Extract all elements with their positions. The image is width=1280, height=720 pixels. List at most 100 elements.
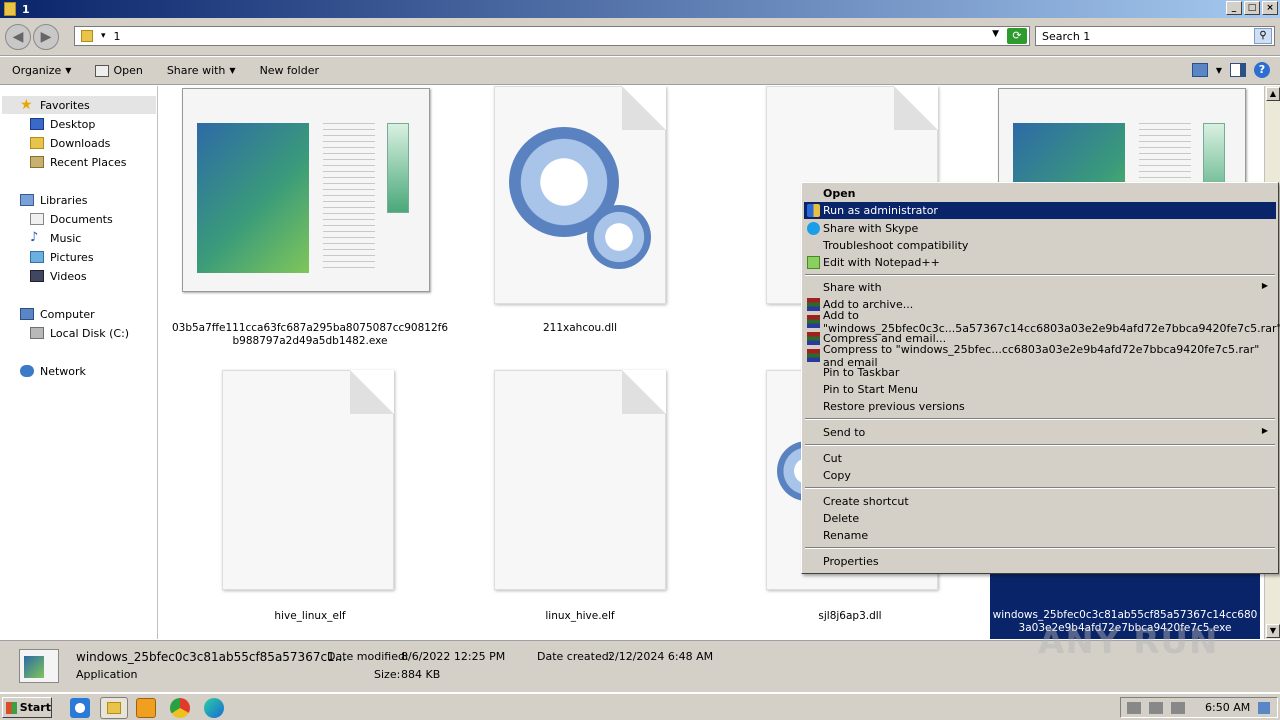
search-input[interactable]: Search 1 ⚲ <box>1035 26 1275 46</box>
system-tray: 6:50 AM <box>1120 697 1278 718</box>
scroll-up-icon[interactable]: ▲ <box>1266 87 1280 101</box>
nav-computer[interactable]: Computer <box>20 305 95 323</box>
flag-icon[interactable] <box>1171 701 1185 714</box>
nav-videos[interactable]: Videos <box>30 267 87 285</box>
menu-restore-versions[interactable]: Restore previous versions <box>804 398 1276 415</box>
menu-compress-rar-email[interactable]: Compress to "windows_25bfec...cc6803a03e… <box>804 343 1276 369</box>
file-name: 03b5a7ffe111cca63fc687a295ba8075087cc908… <box>171 322 449 347</box>
window-titlebar: 1 _ □ × <box>0 0 1280 18</box>
file-tile-dll-1[interactable]: 211xahcou.dll <box>450 86 710 356</box>
menu-troubleshoot[interactable]: Troubleshoot compatibility <box>804 237 1276 254</box>
network-icon <box>20 365 34 377</box>
nav-downloads-label: Downloads <box>50 136 111 150</box>
menu-create-shortcut-label: Create shortcut <box>823 495 909 508</box>
windows-logo-icon <box>6 701 17 714</box>
menu-cut-label: Cut <box>823 452 842 465</box>
file-tile-exe-1[interactable]: 03b5a7ffe111cca63fc687a295ba8075087cc908… <box>172 86 448 356</box>
start-label: Start <box>19 701 51 714</box>
libraries-icon <box>20 194 34 206</box>
nav-libraries[interactable]: Libraries <box>20 191 88 209</box>
menu-properties[interactable]: Properties <box>804 553 1276 570</box>
breadcrumb[interactable]: 1 <box>114 30 121 43</box>
nav-recent-places[interactable]: Recent Places <box>30 153 127 171</box>
network-tray-icon[interactable] <box>1149 701 1163 714</box>
nav-desktop[interactable]: Desktop <box>30 115 95 133</box>
open-button[interactable]: Open <box>83 64 154 77</box>
minimize-button[interactable]: _ <box>1226 1 1242 15</box>
menu-copy[interactable]: Copy <box>804 467 1276 484</box>
edge-icon[interactable] <box>204 698 224 718</box>
help-icon[interactable]: ? <box>1254 62 1270 78</box>
chrome-icon[interactable] <box>170 698 190 718</box>
change-view-icon[interactable] <box>1191 63 1208 77</box>
menu-pin-taskbar[interactable]: Pin to Taskbar <box>804 364 1276 381</box>
new-folder-label: New folder <box>259 64 319 77</box>
search-icon[interactable]: ⚲ <box>1254 28 1272 44</box>
folder-icon <box>81 30 93 42</box>
organize-button[interactable]: Organize ▼ <box>0 64 83 77</box>
navigation-pane: ★ Favorites Desktop Downloads Recent Pla… <box>0 86 158 639</box>
back-button[interactable]: ◀ <box>5 24 31 50</box>
menu-edit-notepad[interactable]: Edit with Notepad++ <box>804 254 1276 271</box>
breadcrumb-arrow-icon[interactable]: ▾ <box>101 31 106 41</box>
share-with-button[interactable]: Share with ▼ <box>155 64 248 77</box>
nav-pictures[interactable]: Pictures <box>30 248 94 266</box>
menu-separator <box>805 418 1275 420</box>
address-dropdown-icon[interactable]: ▼ <box>992 29 999 39</box>
menu-open[interactable]: Open <box>804 185 1276 202</box>
notepad-icon <box>807 256 820 269</box>
details-size: 884 KB <box>401 668 441 681</box>
close-button[interactable]: × <box>1262 1 1278 15</box>
view-options-chevron-icon[interactable]: ▼ <box>1216 66 1222 75</box>
menu-cut[interactable]: Cut <box>804 450 1276 467</box>
menu-delete[interactable]: Delete <box>804 510 1276 527</box>
menu-rename[interactable]: Rename <box>804 527 1276 544</box>
nav-downloads[interactable]: Downloads <box>30 134 110 152</box>
file-name: hive_linux_elf <box>274 610 346 622</box>
menu-share-with[interactable]: Share with ▶ <box>804 279 1276 296</box>
menu-add-rar[interactable]: Add to "windows_25bfec0c3c...5a57367c14c… <box>804 309 1280 335</box>
file-tile-elf-1[interactable]: hive_linux_elf <box>180 370 440 630</box>
new-folder-button[interactable]: New folder <box>248 64 331 77</box>
menu-pin-start[interactable]: Pin to Start Menu <box>804 381 1276 398</box>
blank-file-icon <box>494 370 666 590</box>
menu-run-as-admin[interactable]: Run as administrator <box>804 202 1276 219</box>
organize-label: Organize <box>12 64 62 77</box>
shield-icon <box>807 204 820 217</box>
menu-create-shortcut[interactable]: Create shortcut <box>804 493 1276 510</box>
menu-pin-start-label: Pin to Start Menu <box>823 383 919 396</box>
forward-button[interactable]: ▶ <box>33 24 59 50</box>
refresh-button[interactable]: ⟳ <box>1007 28 1027 44</box>
search-placeholder: Search 1 <box>1042 29 1091 43</box>
media-player-icon[interactable] <box>136 698 156 718</box>
application-thumbnail-icon <box>19 649 59 683</box>
clock[interactable]: 6:50 AM <box>1205 701 1250 714</box>
nav-music[interactable]: ♪ Music <box>30 229 81 247</box>
volume-icon[interactable] <box>1127 701 1141 714</box>
scroll-down-icon[interactable]: ▼ <box>1266 624 1280 638</box>
nav-network[interactable]: Network <box>20 362 86 380</box>
nav-local-disk[interactable]: Local Disk (C:) <box>30 324 129 342</box>
star-icon: ★ <box>20 97 33 113</box>
preview-pane-icon[interactable] <box>1230 63 1246 77</box>
menu-share-skype[interactable]: Share with Skype <box>804 220 1276 237</box>
nav-recent-label: Recent Places <box>50 155 127 169</box>
window-title: 1 <box>22 2 30 16</box>
show-desktop-icon[interactable] <box>1258 701 1271 714</box>
internet-explorer-icon[interactable] <box>70 698 90 718</box>
address-field[interactable]: ▾ 1 ▼ ⟳ <box>74 26 1030 46</box>
file-tile-elf-2[interactable]: linux_hive.elf <box>450 370 710 630</box>
explorer-taskbar-button[interactable] <box>100 697 128 719</box>
disk-icon <box>30 327 44 339</box>
nav-favorites[interactable]: ★ Favorites <box>20 96 90 114</box>
menu-separator <box>805 547 1275 549</box>
menu-send-to[interactable]: Send to ▶ <box>804 424 1276 441</box>
maximize-button[interactable]: □ <box>1244 1 1260 15</box>
start-button[interactable]: Start <box>2 697 52 718</box>
music-icon: ♪ <box>30 230 39 245</box>
menu-delete-label: Delete <box>823 512 860 525</box>
menu-edit-notepad-label: Edit with Notepad++ <box>823 256 940 269</box>
nav-desktop-label: Desktop <box>50 117 96 131</box>
nav-documents[interactable]: Documents <box>30 210 113 228</box>
submenu-arrow-icon: ▶ <box>1261 281 1268 290</box>
